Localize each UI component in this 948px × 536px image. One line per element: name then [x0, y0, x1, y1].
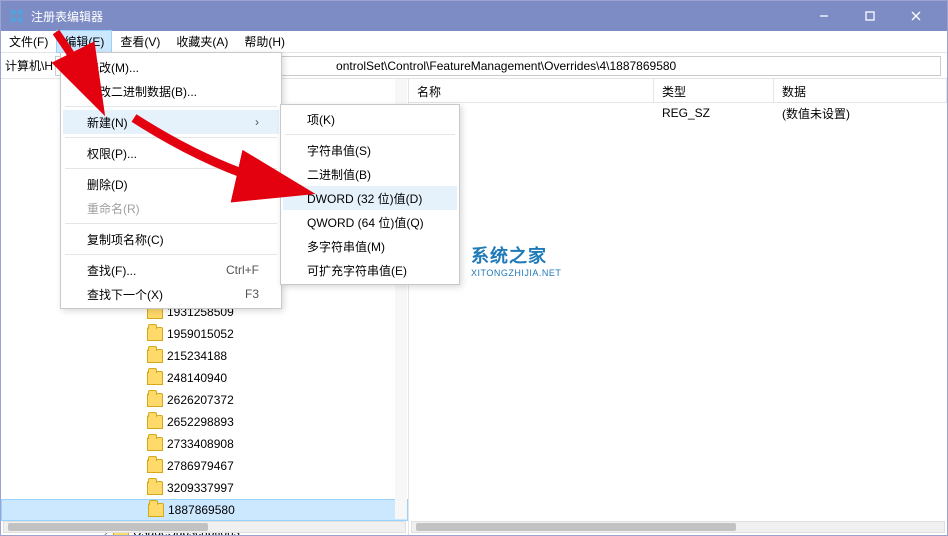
ctx-permissions[interactable]: 权限(P)...: [63, 141, 279, 165]
menu-view[interactable]: 查看(V): [112, 30, 168, 53]
ctx-new-expstring[interactable]: 可扩充字符串值(E): [283, 258, 457, 282]
tree-label: 1887869580: [168, 503, 235, 517]
minimize-button[interactable]: [801, 1, 847, 31]
ctx-new-multistring[interactable]: 多字符串值(M): [283, 234, 457, 258]
ctx-new-string[interactable]: 字符串值(S): [283, 138, 457, 162]
list-pane: 名称 类型 数据 REG_SZ (数值未设置): [409, 79, 947, 535]
menu-file[interactable]: 文件(F): [1, 30, 56, 53]
folder-icon: [147, 459, 163, 473]
list-row[interactable]: REG_SZ (数值未设置): [409, 103, 947, 123]
folder-icon: [147, 393, 163, 407]
col-data[interactable]: 数据: [774, 79, 947, 102]
folder-icon: [148, 503, 164, 517]
menubar: 文件(F) 编辑(E) 查看(V) 收藏夹(A) 帮助(H): [1, 31, 947, 53]
titlebar: 注册表编辑器: [1, 1, 947, 31]
cell-type: REG_SZ: [654, 106, 774, 120]
cell-data: (数值未设置): [774, 105, 947, 122]
tree-label: 2733408908: [167, 437, 234, 451]
edit-context-menu: 修改(M)... 修改二进制数据(B)... 新建(N) › 权限(P)... …: [60, 52, 282, 309]
menu-edit[interactable]: 编辑(E): [56, 30, 112, 53]
tree-node[interactable]: 215234188: [1, 345, 408, 367]
ctx-modify-binary[interactable]: 修改二进制数据(B)...: [63, 79, 279, 103]
tree-node[interactable]: 3209337997: [1, 477, 408, 499]
tree-label: 248140940: [167, 371, 227, 385]
ctx-modify[interactable]: 修改(M)...: [63, 55, 279, 79]
list-scrollbar-h[interactable]: [411, 521, 945, 533]
list-header: 名称 类型 数据: [409, 79, 947, 103]
folder-icon: [147, 327, 163, 341]
tree-scrollbar-h[interactable]: [3, 521, 406, 533]
folder-icon: [147, 371, 163, 385]
maximize-button[interactable]: [847, 1, 893, 31]
tree-node[interactable]: 1887869580: [1, 499, 408, 521]
tree-label: 2786979467: [167, 459, 234, 473]
close-button[interactable]: [893, 1, 939, 31]
path-prefix: 计算机\H: [5, 57, 53, 74]
ctx-new-dword[interactable]: DWORD (32 位)值(D): [283, 186, 457, 210]
tree-node[interactable]: 248140940: [1, 367, 408, 389]
menu-favorites[interactable]: 收藏夹(A): [168, 30, 236, 53]
ctx-find-next[interactable]: 查找下一个(X) F3: [63, 282, 279, 306]
folder-icon: [147, 437, 163, 451]
tree-label: 2626207372: [167, 393, 234, 407]
ctx-find[interactable]: 查找(F)... Ctrl+F: [63, 258, 279, 282]
folder-icon: [147, 349, 163, 363]
submenu-arrow-icon: ›: [225, 115, 259, 129]
app-icon: [9, 8, 25, 24]
menu-help[interactable]: 帮助(H): [236, 30, 293, 53]
tree-node[interactable]: 2733408908: [1, 433, 408, 455]
ctx-rename: 重命名(R): [63, 196, 279, 220]
tree-label: 215234188: [167, 349, 227, 363]
tree-node[interactable]: 1959015052: [1, 323, 408, 345]
ctx-new-qword[interactable]: QWORD (64 位)值(Q): [283, 210, 457, 234]
folder-icon: [147, 481, 163, 495]
tree-label: 2652298893: [167, 415, 234, 429]
folder-icon: [147, 415, 163, 429]
col-name[interactable]: 名称: [409, 79, 654, 102]
window-title: 注册表编辑器: [31, 8, 103, 25]
tree-node[interactable]: 2786979467: [1, 455, 408, 477]
ctx-new[interactable]: 新建(N) ›: [63, 110, 279, 134]
tree-node[interactable]: 2626207372: [1, 389, 408, 411]
tree-label: 3209337997: [167, 481, 234, 495]
ctx-new-binary[interactable]: 二进制值(B): [283, 162, 457, 186]
ctx-copy-key-name[interactable]: 复制项名称(C): [63, 227, 279, 251]
ctx-new-key[interactable]: 项(K): [283, 107, 457, 131]
col-type[interactable]: 类型: [654, 79, 774, 102]
list-body[interactable]: REG_SZ (数值未设置): [409, 103, 947, 535]
ctx-delete[interactable]: 删除(D) De: [63, 172, 279, 196]
tree-label: 1959015052: [167, 327, 234, 341]
tree-node[interactable]: 2652298893: [1, 411, 408, 433]
new-submenu: 项(K) 字符串值(S) 二进制值(B) DWORD (32 位)值(D) QW…: [280, 104, 460, 285]
